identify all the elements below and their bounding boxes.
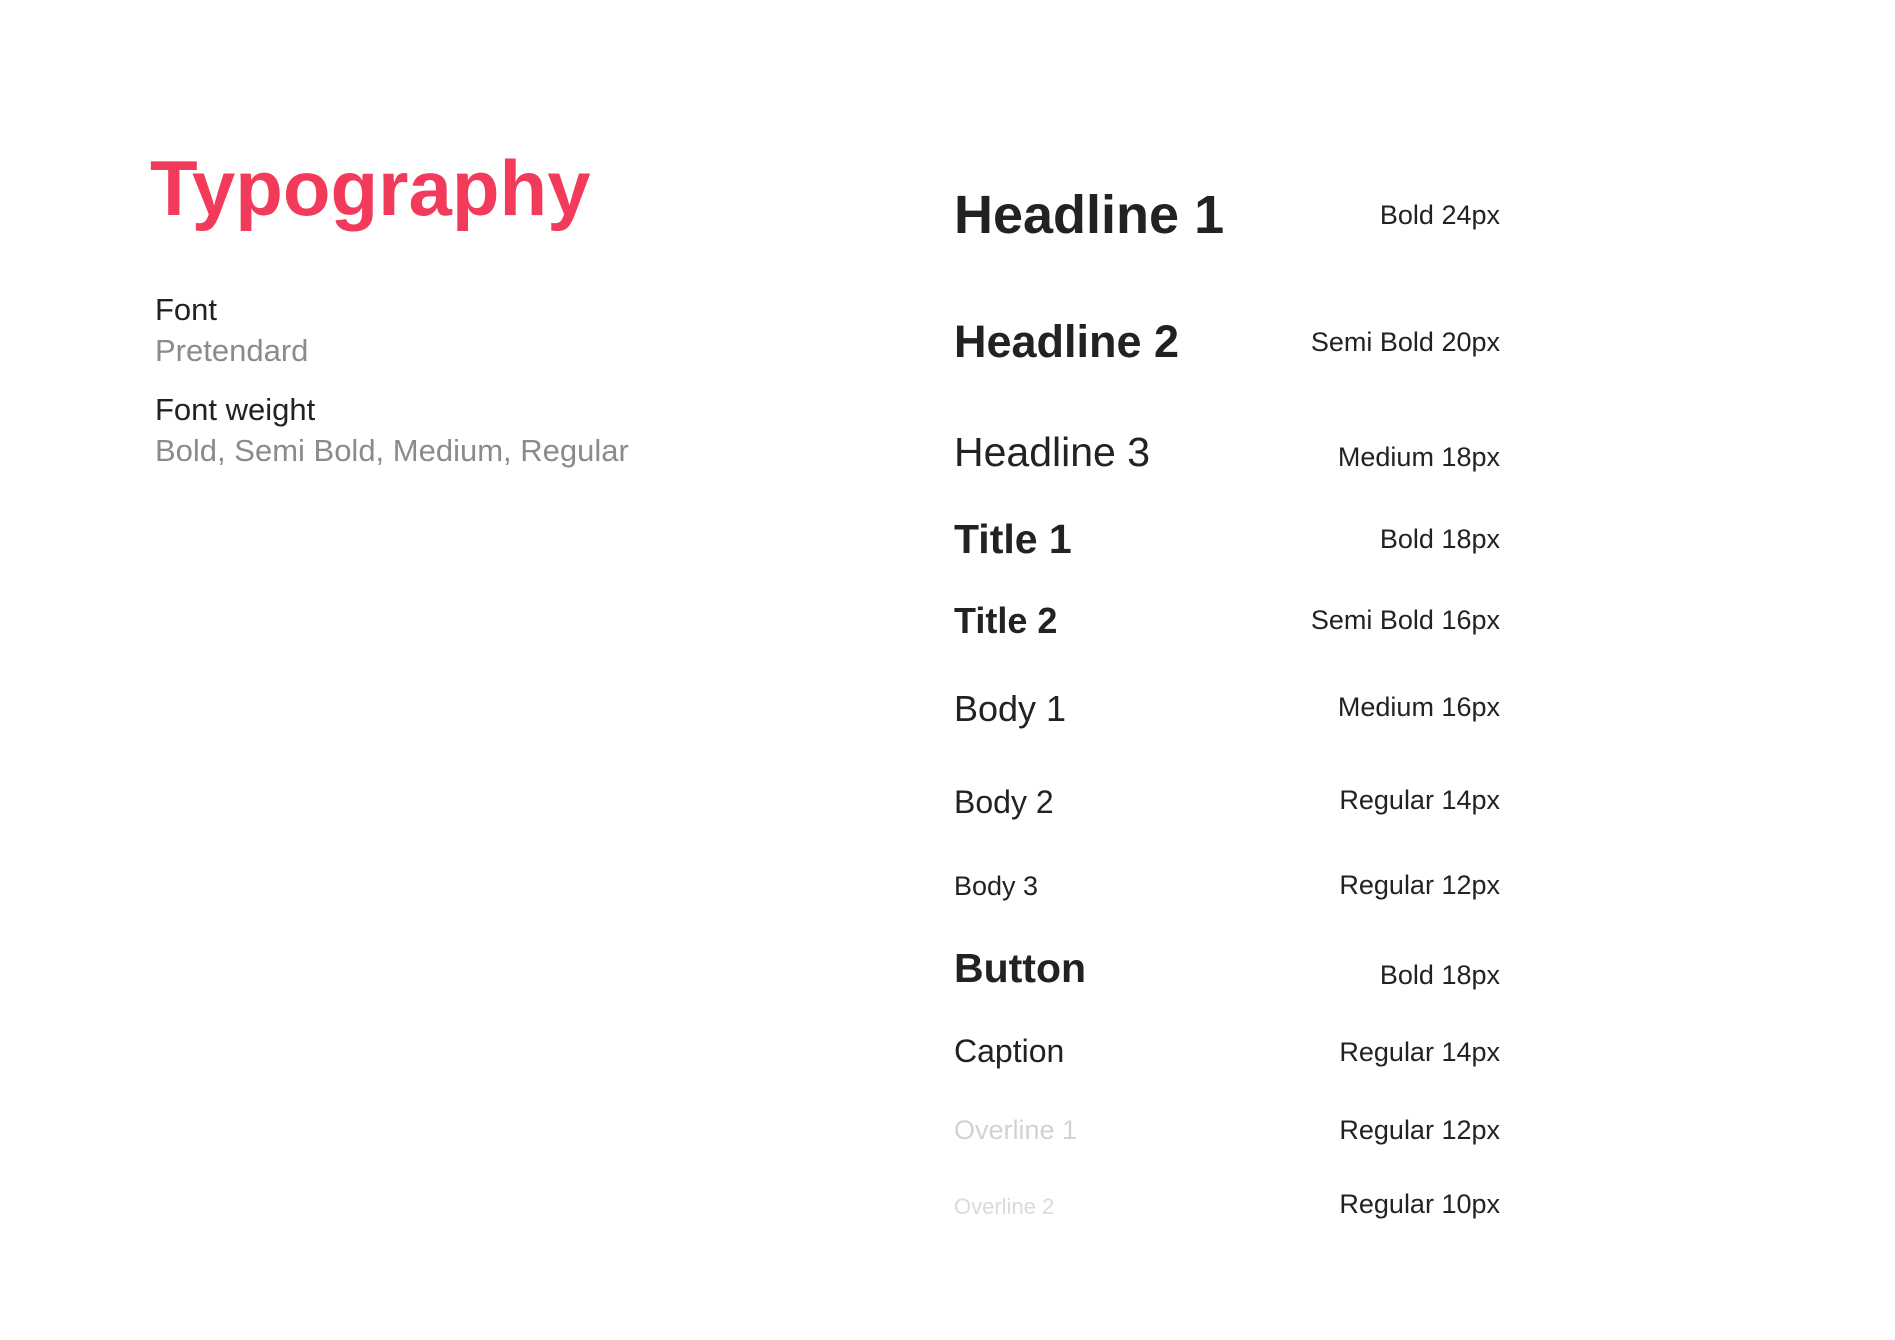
- style-name-body-3: Body 3: [954, 871, 1039, 901]
- style-name-title-2: Title 2: [954, 600, 1058, 641]
- style-spec-headline-3: Medium 18px: [1337, 442, 1500, 472]
- style-name-headline-1: Headline 1: [954, 185, 1225, 245]
- style-name-overline-2: Overline 2: [954, 1194, 1055, 1219]
- style-name-body-1: Body 1: [954, 688, 1067, 729]
- style-spec-caption: Regular 14px: [1339, 1037, 1500, 1067]
- style-spec-overline-2: Regular 10px: [1339, 1189, 1500, 1219]
- style-spec-body-1: Medium 16px: [1337, 692, 1500, 722]
- font-weight-value: Bold, Semi Bold, Medium, Regular: [155, 433, 629, 468]
- style-spec-title-1: Bold 18px: [1379, 524, 1500, 554]
- style-spec-title-2: Semi Bold 16px: [1310, 605, 1500, 635]
- font-info: Font Pretendard: [155, 290, 308, 371]
- style-name-overline-1: Overline 1: [954, 1115, 1078, 1145]
- style-name-caption: Caption: [954, 1033, 1065, 1069]
- style-spec-headline-2: Semi Bold 20px: [1310, 327, 1500, 357]
- style-spec-button: Bold 18px: [1379, 960, 1500, 990]
- style-spec-overline-1: Regular 12px: [1339, 1115, 1500, 1145]
- font-weight-label: Font weight: [155, 392, 316, 427]
- style-name-button: Button: [954, 945, 1087, 991]
- style-name-title-1: Title 1: [954, 516, 1072, 562]
- style-spec-body-2: Regular 14px: [1339, 785, 1500, 815]
- style-name-headline-2: Headline 2: [954, 316, 1180, 367]
- font-value: Pretendard: [155, 333, 309, 368]
- page-title: Typography: [150, 144, 591, 232]
- font-label: Font: [155, 292, 218, 327]
- font-weight-info: Font weight Bold, Semi Bold, Medium, Reg…: [155, 390, 629, 471]
- style-spec-headline-1: Bold 24px: [1379, 200, 1500, 230]
- style-name-body-2: Body 2: [954, 784, 1054, 820]
- style-name-headline-3: Headline 3: [954, 429, 1151, 475]
- style-spec-body-3: Regular 12px: [1339, 870, 1500, 900]
